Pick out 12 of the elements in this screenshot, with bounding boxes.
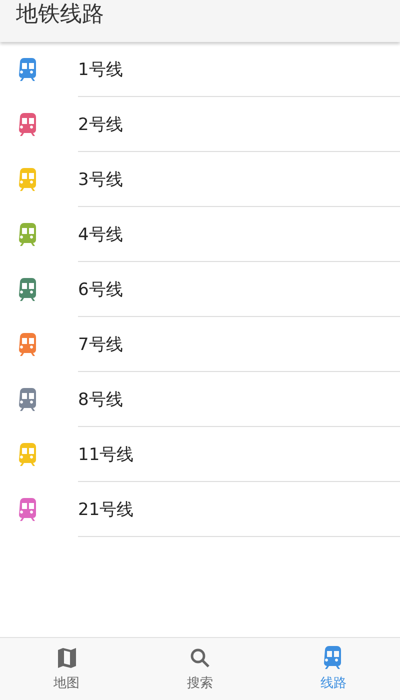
line-name[interactable]: 4号线 <box>78 222 123 246</box>
line-name[interactable]: 3号线 <box>78 168 123 190</box>
line-name[interactable]: 6号线 <box>78 278 123 300</box>
line-name[interactable]: 11号线 <box>78 442 134 466</box>
nav-tab[interactable]: 地图 <box>0 638 134 700</box>
line-name[interactable]: 8号线 <box>78 388 123 410</box>
nav-tab[interactable]: 搜索 <box>133 638 267 700</box>
line-name[interactable]: 7号线 <box>78 332 123 356</box>
line-name[interactable]: 1号线 <box>78 58 123 80</box>
line-name[interactable]: 2号线 <box>78 112 123 136</box>
line-name[interactable]: 21号线 <box>78 498 134 520</box>
page-title: 地铁线路 <box>16 2 105 28</box>
